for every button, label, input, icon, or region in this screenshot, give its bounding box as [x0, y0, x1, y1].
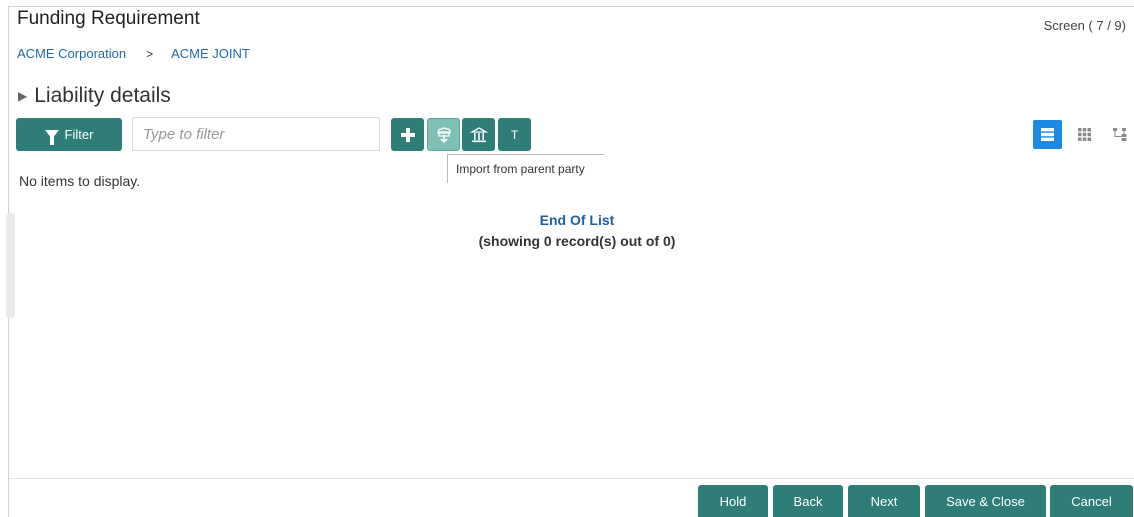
end-of-list-title: End Of List [539, 212, 615, 228]
frame-top-border [8, 6, 1134, 7]
breadcrumb-item-joint[interactable]: ACME JOINT [171, 46, 250, 61]
page-title: Funding Requirement [17, 8, 200, 29]
plus-icon [400, 127, 415, 142]
screen-indicator: Screen ( 7 / 9) [1043, 18, 1126, 33]
filter-button-label: Filter [64, 127, 94, 142]
next-button[interactable]: Next [848, 485, 920, 517]
breadcrumb: ACME Corporation > ACME JOINT [17, 46, 250, 61]
save-close-button[interactable]: Save & Close [925, 485, 1046, 517]
import-tooltip: Import from parent party [447, 154, 604, 183]
list-view-icon [1041, 128, 1054, 141]
side-panel-handle[interactable] [6, 213, 15, 318]
grid-view-icon [1078, 128, 1091, 141]
back-button[interactable]: Back [773, 485, 843, 517]
import-icon [436, 126, 451, 143]
hold-button[interactable]: Hold [698, 485, 768, 517]
import-from-parent-button[interactable] [427, 118, 460, 151]
add-button[interactable] [391, 118, 424, 151]
list-view-button[interactable] [1033, 120, 1062, 149]
grid-view-button[interactable] [1070, 120, 1099, 149]
filter-button[interactable]: Filter [16, 118, 122, 151]
filter-input[interactable] [132, 117, 380, 151]
bank-button[interactable] [462, 118, 495, 151]
cancel-button[interactable]: Cancel [1050, 485, 1133, 517]
caret-right-icon: ▶ [18, 89, 28, 103]
section-title: Liability details [34, 84, 171, 107]
breadcrumb-separator: > [146, 46, 154, 61]
bank-icon [469, 126, 488, 142]
breadcrumb-item-party[interactable]: ACME Corporation [17, 46, 126, 61]
tree-view-button[interactable] [1106, 120, 1134, 149]
tree-view-icon [1113, 128, 1127, 141]
footer-divider [9, 478, 1134, 479]
t-button[interactable]: T [498, 118, 531, 151]
funnel-icon [44, 130, 59, 145]
record-count-text: (showing 0 record(s) out of 0) [478, 233, 676, 249]
empty-list-message: No items to display. [19, 173, 141, 189]
section-header[interactable]: ▶ Liability details [18, 84, 171, 108]
